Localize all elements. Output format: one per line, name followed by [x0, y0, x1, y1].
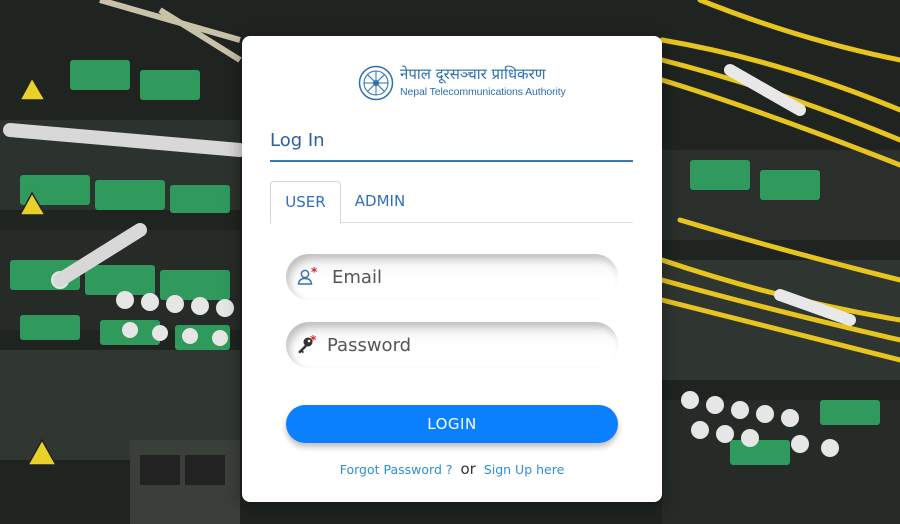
login-type-tabs: USER ADMIN — [270, 181, 633, 224]
login-card: नेपाल दूरसञ्चार प्राधिकरण Nepal Telecomm… — [242, 36, 662, 502]
password-field-wrapper: * — [286, 322, 618, 368]
footer-links: Forgot Password ? or Sign Up here — [242, 460, 662, 478]
brand-name-english: Nepal Telecommunications Authority — [400, 86, 566, 98]
brand-name-nepali: नेपाल दूरसञ्चार प्राधिकरण — [400, 65, 546, 83]
forgot-password-link[interactable]: Forgot Password ? — [340, 462, 453, 477]
tab-user[interactable]: USER — [270, 181, 341, 224]
signup-link[interactable]: Sign Up here — [484, 462, 564, 477]
required-marker: * — [310, 333, 317, 347]
required-marker: * — [311, 265, 318, 279]
password-input[interactable] — [327, 322, 597, 368]
or-separator: or — [460, 460, 476, 478]
email-field-wrapper: * — [286, 254, 618, 300]
page-title: Log In — [270, 130, 325, 151]
login-button[interactable]: LOGIN — [286, 405, 618, 443]
brand-logo: नेपाल दूरसञ्चार प्राधिकरण Nepal Telecomm… — [358, 62, 566, 104]
tab-admin[interactable]: ADMIN — [350, 181, 410, 222]
email-input[interactable] — [332, 254, 602, 300]
nta-emblem-icon — [358, 65, 394, 101]
heading-divider — [270, 160, 633, 162]
